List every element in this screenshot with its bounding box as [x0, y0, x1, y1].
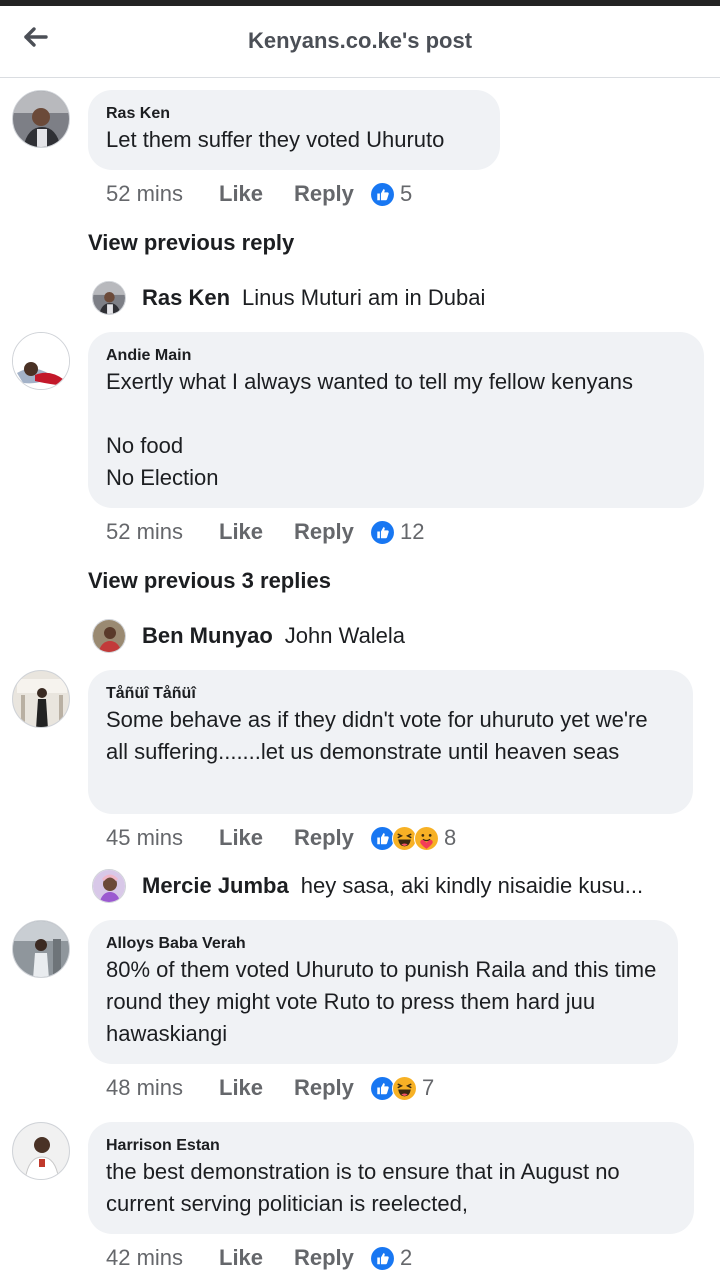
reaction-count: 5 [400, 181, 413, 206]
like-button[interactable]: Like [219, 1245, 294, 1271]
reaction-count: 7 [422, 1075, 435, 1100]
reply-text: John Walela [284, 623, 406, 648]
reaction-count: 8 [444, 825, 457, 850]
reply-text: hey sasa, aki kindly nisaidie kusu... [300, 873, 644, 898]
reply-button[interactable]: Reply [294, 519, 370, 545]
comment-author[interactable]: Alloys Baba Verah [106, 934, 658, 954]
comment-author[interactable]: Ras Ken [106, 104, 480, 124]
comment-text: Some behave as if they didn't vote for u… [106, 707, 648, 764]
comment-bubble: Harrison Estan the best demonstration is… [88, 1122, 694, 1234]
reaction-icons[interactable] [370, 181, 395, 207]
comment-actions: 48 mins Like Reply 7 [106, 1073, 434, 1103]
like-button[interactable]: Like [219, 825, 294, 851]
comment-time[interactable]: 52 mins [106, 519, 219, 545]
comment-author[interactable]: Andie Main [106, 346, 684, 366]
avatar[interactable] [12, 332, 70, 390]
view-previous-replies[interactable]: View previous reply [88, 230, 294, 256]
reaction-icons[interactable] [370, 519, 395, 545]
reply-author: Mercie Jumba [142, 873, 289, 898]
like-button[interactable]: Like [219, 1075, 294, 1101]
comment-actions: 42 mins Like Reply 2 [106, 1243, 412, 1273]
reply-author: Ben Munyao [142, 623, 273, 648]
comment-time[interactable]: 45 mins [106, 825, 219, 851]
comment-text: the best demonstration is to ensure that… [106, 1159, 620, 1216]
comment-time[interactable]: 48 mins [106, 1075, 219, 1101]
view-previous-replies[interactable]: View previous 3 replies [88, 568, 331, 594]
avatar[interactable] [12, 670, 70, 728]
reply-button[interactable]: Reply [294, 181, 370, 207]
comment-text: 80% of them voted Uhuruto to punish Rail… [106, 957, 657, 1046]
reply-button[interactable]: Reply [294, 1075, 370, 1101]
like-button[interactable]: Like [219, 181, 294, 207]
reply-text: Linus Muturi am in Dubai [242, 285, 486, 310]
like-button[interactable]: Like [219, 519, 294, 545]
comment-actions: 52 mins Like Reply 12 [106, 517, 424, 547]
comment-time[interactable]: 52 mins [106, 181, 219, 207]
avatar [92, 281, 126, 315]
comment-author[interactable]: Harrison Estan [106, 1136, 674, 1156]
reply-preview[interactable]: Ben Munyao John Walela [92, 618, 405, 654]
comment-bubble: Alloys Baba Verah 80% of them voted Uhur… [88, 920, 678, 1064]
reaction-icons[interactable] [370, 1075, 417, 1101]
avatar[interactable] [12, 920, 70, 978]
comment-actions: 52 mins Like Reply 5 [106, 179, 412, 209]
haha-reaction-icon [392, 1075, 417, 1101]
like-reaction-icon [370, 519, 395, 545]
comment-actions: 45 mins Like Reply 8 [106, 823, 456, 853]
reaction-count: 2 [400, 1245, 413, 1270]
avatar [92, 869, 126, 903]
care-reaction-icon [414, 825, 439, 851]
comment-bubble: Tåñüî Tåñüî Some behave as if they didn'… [88, 670, 693, 814]
app-header: Kenyans.co.ke's post [0, 6, 720, 78]
reaction-icons[interactable] [370, 825, 439, 851]
comment-bubble: Ras Ken Let them suffer they voted Uhuru… [88, 90, 500, 170]
avatar [92, 619, 126, 653]
like-reaction-icon [370, 181, 395, 207]
comment-time[interactable]: 42 mins [106, 1245, 219, 1271]
avatar[interactable] [12, 90, 70, 148]
comment-author[interactable]: Tåñüî Tåñüî [106, 684, 673, 704]
reaction-icons[interactable] [370, 1245, 395, 1271]
comment-bubble: Andie Main Exertly what I always wanted … [88, 332, 704, 508]
post-comments-screen: Kenyans.co.ke's post Ras Ken Let them su… [0, 0, 720, 1282]
comment-text: Let them suffer they voted Uhuruto [106, 127, 445, 152]
reply-preview[interactable]: Mercie Jumba hey sasa, aki kindly nisaid… [92, 868, 643, 904]
avatar[interactable] [12, 1122, 70, 1180]
reply-button[interactable]: Reply [294, 825, 370, 851]
reply-author: Ras Ken [142, 285, 231, 310]
reaction-count: 12 [400, 519, 425, 544]
like-reaction-icon [370, 1245, 395, 1271]
reply-preview[interactable]: Ras Ken Linus Muturi am in Dubai [92, 280, 485, 316]
reply-button[interactable]: Reply [294, 1245, 370, 1271]
comment-text: Exertly what I always wanted to tell my … [106, 369, 634, 490]
page-title: Kenyans.co.ke's post [247, 28, 473, 53]
